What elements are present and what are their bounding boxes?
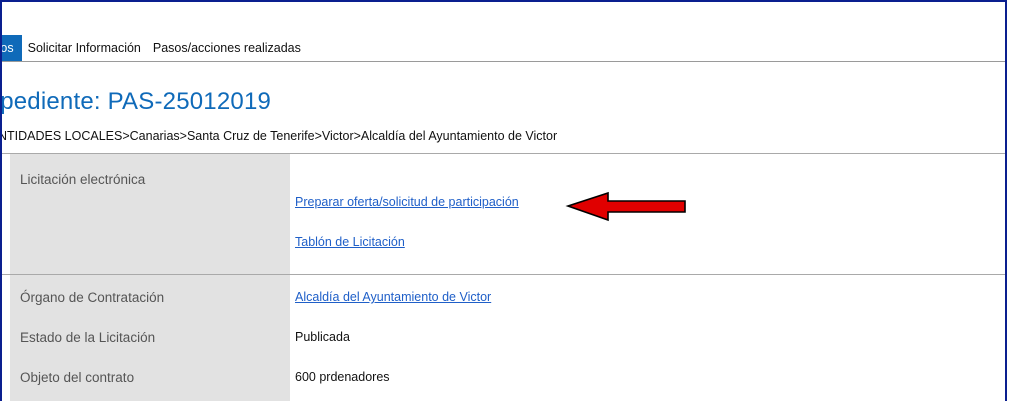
organo-label: Órgano de Contratación: [20, 290, 165, 305]
organo-contratacion-link[interactable]: Alcaldía del Ayuntamiento de Victor: [295, 290, 491, 304]
estado-label: Estado de la Licitación: [20, 330, 156, 345]
tab-divider: [2, 61, 1005, 62]
breadcrumb: NTIDADES LOCALES>Canarias>Santa Cruz de …: [0, 129, 558, 143]
tab-datos[interactable]: atos: [2, 35, 22, 61]
licitacion-label-cell: Licitación electrónica: [10, 154, 290, 274]
objeto-label: Objeto del contrato: [20, 370, 135, 385]
annotation-arrow-icon: [565, 191, 686, 222]
objeto-value: 600 prdenadores: [295, 370, 390, 384]
tab-bar: atos Solicitar Información Pasos/accione…: [2, 35, 307, 61]
licitacion-label: Licitación electrónica: [20, 172, 146, 187]
estado-value: Publicada: [295, 330, 350, 344]
tab-solicitar-informacion[interactable]: Solicitar Información: [22, 35, 147, 61]
preparar-oferta-link[interactable]: Preparar oferta/solicitud de participaci…: [295, 195, 519, 209]
details-label-cell: Órgano de Contratación Estado de la Lici…: [10, 275, 290, 401]
app-frame: atos Solicitar Información Pasos/accione…: [0, 0, 1007, 401]
tablon-licitacion-link[interactable]: Tablón de Licitación: [295, 235, 405, 249]
tab-pasos-acciones[interactable]: Pasos/acciones realizadas: [147, 35, 307, 61]
page-title: xpediente: PAS-25012019: [0, 88, 272, 115]
